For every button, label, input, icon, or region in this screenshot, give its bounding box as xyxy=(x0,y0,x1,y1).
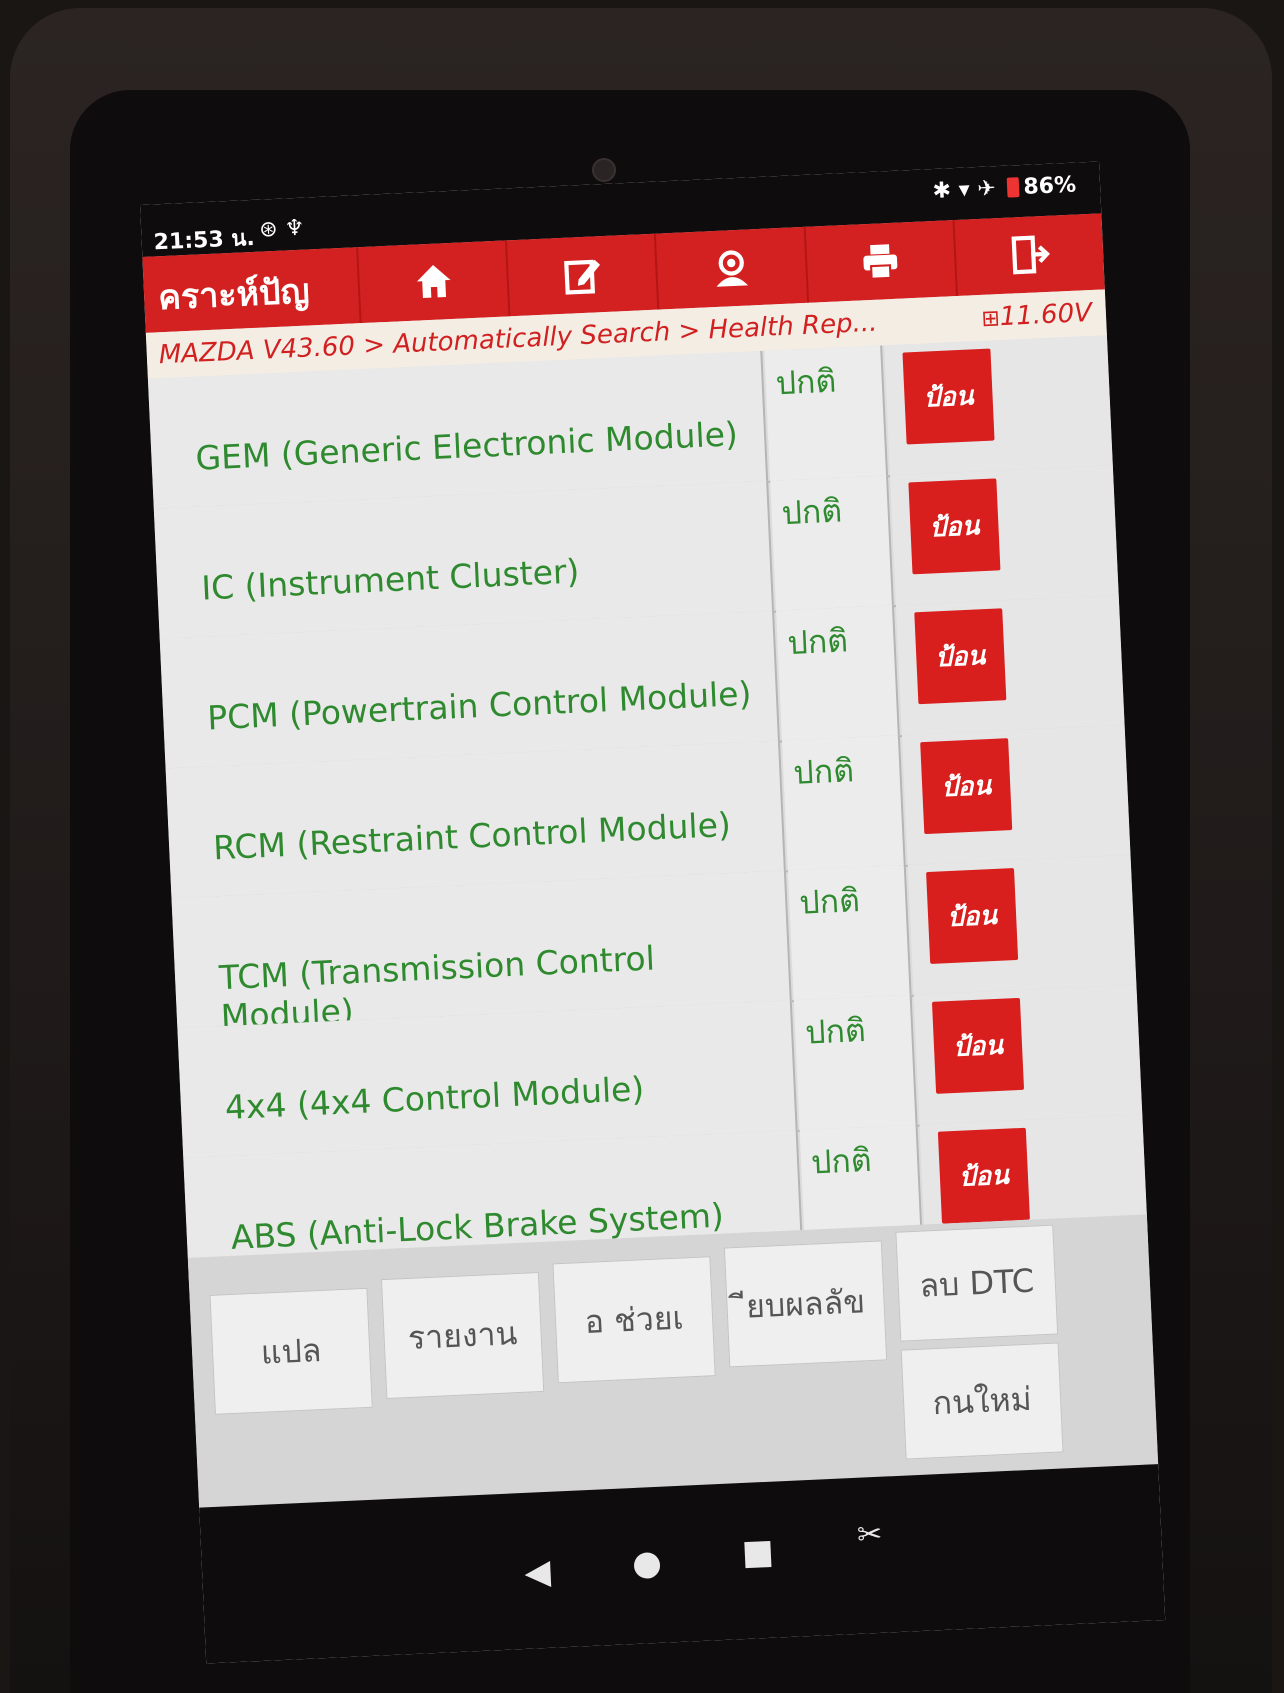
restart-button[interactable]: กนใหม่ xyxy=(900,1342,1064,1460)
home-icon xyxy=(416,264,451,299)
module-list: GEM (Generic Electronic Module) ปกติ ป้อ… xyxy=(147,335,1149,1290)
enter-button[interactable]: ป้อน xyxy=(926,868,1019,964)
home-nav-icon[interactable]: ● xyxy=(631,1543,662,1584)
exit-button[interactable] xyxy=(952,213,1105,297)
status-right-icons: ✱ ▾ ✈ 86% xyxy=(932,173,1077,204)
clear-dtc-button[interactable]: ลบ DTC xyxy=(895,1224,1059,1342)
enter-cell: ป้อน xyxy=(913,984,1143,1125)
voltage-readout: ⊞11.60V xyxy=(981,298,1093,333)
app-title: คราะห์ปัญ xyxy=(157,271,311,319)
voltage-value: 11.60V xyxy=(999,297,1093,333)
enter-button[interactable]: ป้อน xyxy=(914,608,1007,705)
enter-cell: ป้อน xyxy=(884,335,1113,476)
front-camera xyxy=(592,158,616,182)
enter-button[interactable]: ป้อน xyxy=(902,348,995,445)
enter-button[interactable]: ป้อน xyxy=(931,997,1025,1094)
enter-cell: ป้อน xyxy=(895,595,1125,735)
module-status: ปกติ xyxy=(776,605,900,741)
back-icon[interactable]: ◀ xyxy=(524,1552,552,1593)
edit-button[interactable] xyxy=(505,233,658,317)
exit-icon xyxy=(1011,235,1051,275)
bottom-action-bar: แปล รายงาน อ ช่วยเ ียบผลลัข ลบ DTC กนใหม… xyxy=(187,1214,1159,1508)
enter-cell: ป้อน xyxy=(901,724,1131,865)
car-battery-icon: ⊞ xyxy=(980,306,1001,332)
status-left-icons: ⊛ ♆ xyxy=(258,215,305,243)
home-button[interactable] xyxy=(356,240,509,324)
compare-button[interactable]: ียบผลลัข xyxy=(723,1240,888,1368)
enter-cell: ป้อน xyxy=(907,854,1137,995)
tablet-screen: 21:53 น. ⊛ ♆ ✱ ▾ ✈ 86% คราะห์ปัญ MAZDA V… xyxy=(140,161,1166,1664)
report-button[interactable]: รายงาน xyxy=(380,1272,545,1400)
connectivity-icons: ✱ ▾ ✈ xyxy=(932,176,997,205)
support-icon xyxy=(716,250,749,287)
module-status: ปกติ xyxy=(787,864,912,1001)
enter-button[interactable]: ป้อน xyxy=(908,478,1001,575)
recents-icon[interactable]: ■ xyxy=(741,1532,775,1573)
edit-icon xyxy=(563,259,600,295)
enter-button[interactable]: ป้อน xyxy=(937,1127,1030,1224)
enter-cell: ป้อน xyxy=(890,465,1119,606)
print-icon xyxy=(863,244,898,280)
support-button[interactable] xyxy=(654,226,807,310)
module-status: ปกติ xyxy=(770,475,894,611)
enter-button[interactable]: ป้อน xyxy=(920,738,1013,835)
battery-percent: 86% xyxy=(1022,172,1077,200)
print-button[interactable] xyxy=(803,220,956,303)
module-status: ปกติ xyxy=(764,345,889,481)
module-status: ปกติ xyxy=(793,994,918,1131)
translate-button[interactable]: แปล xyxy=(209,1287,373,1415)
screenshot-icon[interactable]: ✂ xyxy=(856,1517,883,1553)
module-status: ปกติ xyxy=(781,735,906,871)
help-button[interactable]: อ ช่วยเ xyxy=(552,1256,716,1384)
battery-icon xyxy=(1006,177,1020,198)
